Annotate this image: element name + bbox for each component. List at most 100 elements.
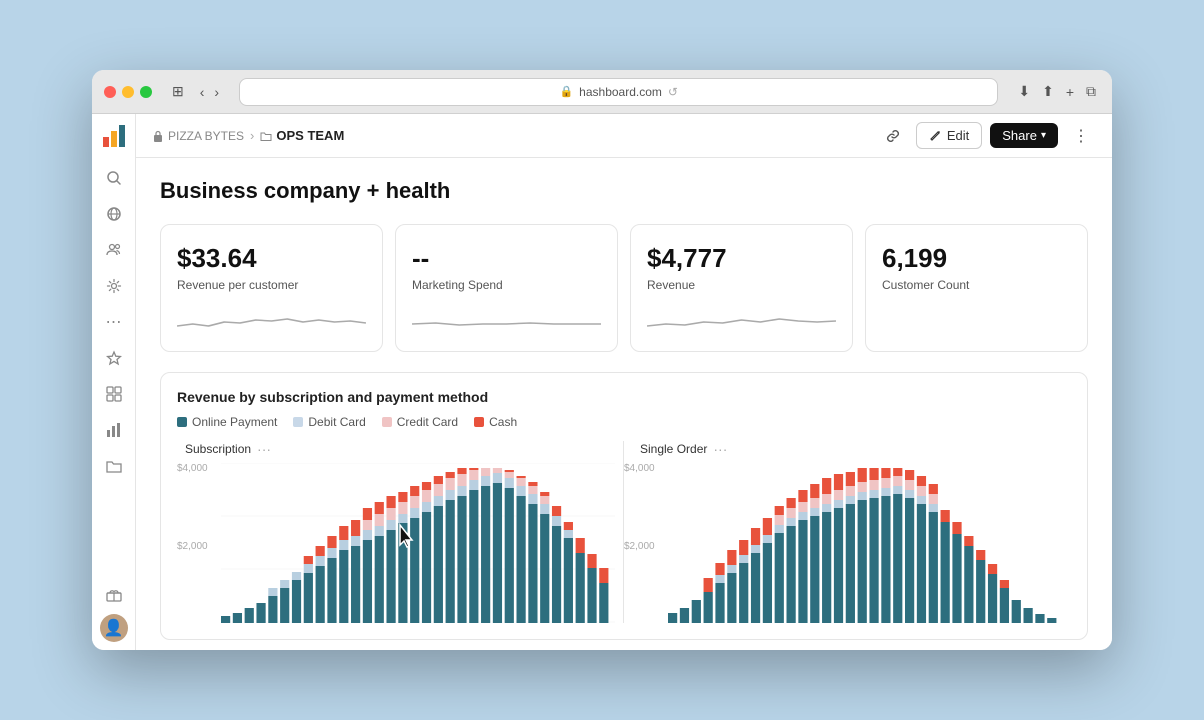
bars-subscription bbox=[221, 468, 615, 623]
link-button[interactable] bbox=[878, 121, 908, 151]
traffic-lights bbox=[104, 86, 152, 98]
legend-label-cash: Cash bbox=[489, 415, 517, 429]
kpi-card-marketing-spend[interactable]: -- Marketing Spend bbox=[395, 224, 618, 352]
share-browser-button[interactable]: ⬆ bbox=[1038, 79, 1058, 104]
kpi-card-customer-count[interactable]: 6,199 Customer Count bbox=[865, 224, 1088, 352]
sidebar-toggle-button[interactable]: ⊞ bbox=[168, 79, 188, 104]
kpi-card-revenue-per-customer[interactable]: $33.64 Revenue per customer bbox=[160, 224, 383, 352]
sidebar-item-dashboards[interactable] bbox=[98, 378, 130, 410]
download-button[interactable]: ⬇ bbox=[1014, 79, 1034, 104]
logo-icon bbox=[103, 125, 125, 147]
folder-small-icon bbox=[260, 130, 272, 142]
kpi-card-revenue[interactable]: $4,777 Revenue bbox=[630, 224, 853, 352]
legend-dot-online bbox=[177, 417, 187, 427]
subscription-title-label: Subscription bbox=[185, 442, 251, 456]
lock-icon: 🔒 bbox=[559, 85, 573, 98]
legend-dot-credit bbox=[382, 417, 392, 427]
breadcrumb-root[interactable]: PIZZA BYTES bbox=[152, 129, 244, 143]
grid-icon bbox=[106, 386, 122, 402]
kpi-label-0: Revenue per customer bbox=[177, 278, 366, 292]
legend-label-online: Online Payment bbox=[192, 415, 277, 429]
avatar-image: 👤 bbox=[104, 618, 124, 638]
legend-online-payment: Online Payment bbox=[177, 415, 277, 429]
reload-icon: ↺ bbox=[668, 85, 678, 99]
chart-legend: Online Payment Debit Card Credit Card bbox=[177, 415, 1071, 429]
back-button[interactable]: ‹ bbox=[196, 80, 209, 104]
top-nav: PIZZA BYTES › OPS TEAM bbox=[136, 114, 1112, 158]
sidebar-item-gift[interactable] bbox=[98, 578, 130, 610]
kpi-value-1: -- bbox=[412, 243, 601, 274]
legend-dot-cash bbox=[474, 417, 484, 427]
forward-button[interactable]: › bbox=[210, 80, 223, 104]
url-text: hashboard.com bbox=[579, 85, 662, 99]
sidebar-item-folders[interactable] bbox=[98, 450, 130, 482]
single-order-title-label: Single Order bbox=[640, 442, 707, 456]
share-label: Share bbox=[1002, 128, 1037, 143]
chart-pane-single-order: Single Order ··· $4,000 $2,000 bbox=[624, 441, 1071, 623]
edit-button[interactable]: Edit bbox=[916, 122, 982, 149]
kpi-value-2: $4,777 bbox=[647, 243, 836, 274]
address-bar[interactable]: 🔒 hashboard.com ↺ bbox=[239, 78, 998, 106]
breadcrumb-current-item[interactable]: OPS TEAM bbox=[260, 128, 344, 143]
more-icon: ⋮ bbox=[1073, 126, 1089, 146]
users-icon bbox=[106, 242, 122, 258]
sidebar: ⋯ bbox=[92, 114, 136, 650]
sidebar-item-favorites[interactable] bbox=[98, 342, 130, 374]
kpi-label-3: Customer Count bbox=[882, 278, 1071, 292]
bars-single-order bbox=[668, 468, 1063, 623]
subscription-more-button[interactable]: ··· bbox=[257, 441, 271, 457]
sidebar-item-explore[interactable] bbox=[98, 198, 130, 230]
more-button[interactable]: ⋮ bbox=[1066, 121, 1096, 151]
main-layout: ⋯ bbox=[92, 114, 1112, 650]
y-axis-subscription: $4,000 $2,000 bbox=[177, 463, 208, 623]
browser-toolbar-right: ⬇ ⬆ + ⧉ bbox=[1014, 79, 1100, 104]
kpi-value-0: $33.64 bbox=[177, 243, 366, 274]
sidebar-item-analytics[interactable] bbox=[98, 414, 130, 446]
minimize-button[interactable] bbox=[122, 86, 134, 98]
sidebar-item-search[interactable] bbox=[98, 162, 130, 194]
y-axis-single-order: $4,000 $2,000 bbox=[624, 463, 655, 623]
legend-cash: Cash bbox=[474, 415, 517, 429]
kpi-value-3: 6,199 bbox=[882, 243, 1071, 274]
link-icon bbox=[885, 128, 901, 144]
dashboard: Business company + health $33.64 Revenue… bbox=[136, 158, 1112, 650]
kpi-label-2: Revenue bbox=[647, 278, 836, 292]
chart-pane-subscription: Subscription ··· $4,000 $2,000 bbox=[177, 441, 624, 623]
breadcrumb-sep: › bbox=[250, 128, 254, 143]
share-button[interactable]: Share ▾ bbox=[990, 123, 1058, 148]
chart-section: Revenue by subscription and payment meth… bbox=[160, 372, 1088, 640]
globe-icon bbox=[106, 206, 122, 222]
folder-icon bbox=[106, 458, 122, 474]
legend-dot-debit bbox=[293, 417, 303, 427]
sidebar-item-users[interactable] bbox=[98, 234, 130, 266]
top-nav-actions: Edit Share ▾ ⋮ bbox=[878, 121, 1096, 151]
sparkline-1 bbox=[412, 304, 601, 334]
kpi-label-1: Marketing Spend bbox=[412, 278, 601, 292]
sparkline-0 bbox=[177, 304, 366, 334]
maximize-button[interactable] bbox=[140, 86, 152, 98]
breadcrumb-current-label: OPS TEAM bbox=[276, 128, 344, 143]
pencil-icon bbox=[929, 129, 942, 142]
content-area: PIZZA BYTES › OPS TEAM bbox=[136, 114, 1112, 650]
single-order-more-button[interactable]: ··· bbox=[713, 441, 727, 457]
breadcrumb: PIZZA BYTES › OPS TEAM bbox=[152, 128, 870, 143]
lock-small-icon bbox=[152, 130, 164, 142]
tabs-button[interactable]: ⧉ bbox=[1082, 79, 1100, 104]
legend-debit-card: Debit Card bbox=[293, 415, 365, 429]
new-tab-button[interactable]: + bbox=[1062, 80, 1078, 104]
chevron-down-icon: ▾ bbox=[1041, 130, 1046, 141]
close-button[interactable] bbox=[104, 86, 116, 98]
settings-icon bbox=[106, 278, 122, 294]
user-avatar[interactable]: 👤 bbox=[100, 614, 128, 642]
app-logo[interactable] bbox=[100, 122, 128, 150]
ellipsis-icon: ⋯ bbox=[106, 312, 122, 332]
sidebar-item-more[interactable]: ⋯ bbox=[98, 306, 130, 338]
chart-icon bbox=[106, 422, 122, 438]
star-icon bbox=[106, 350, 122, 366]
sidebar-item-settings[interactable] bbox=[98, 270, 130, 302]
gift-icon bbox=[106, 586, 122, 602]
edit-label: Edit bbox=[947, 128, 969, 143]
dashboard-title: Business company + health bbox=[160, 178, 1088, 204]
legend-label-debit: Debit Card bbox=[308, 415, 365, 429]
search-icon bbox=[106, 170, 122, 186]
